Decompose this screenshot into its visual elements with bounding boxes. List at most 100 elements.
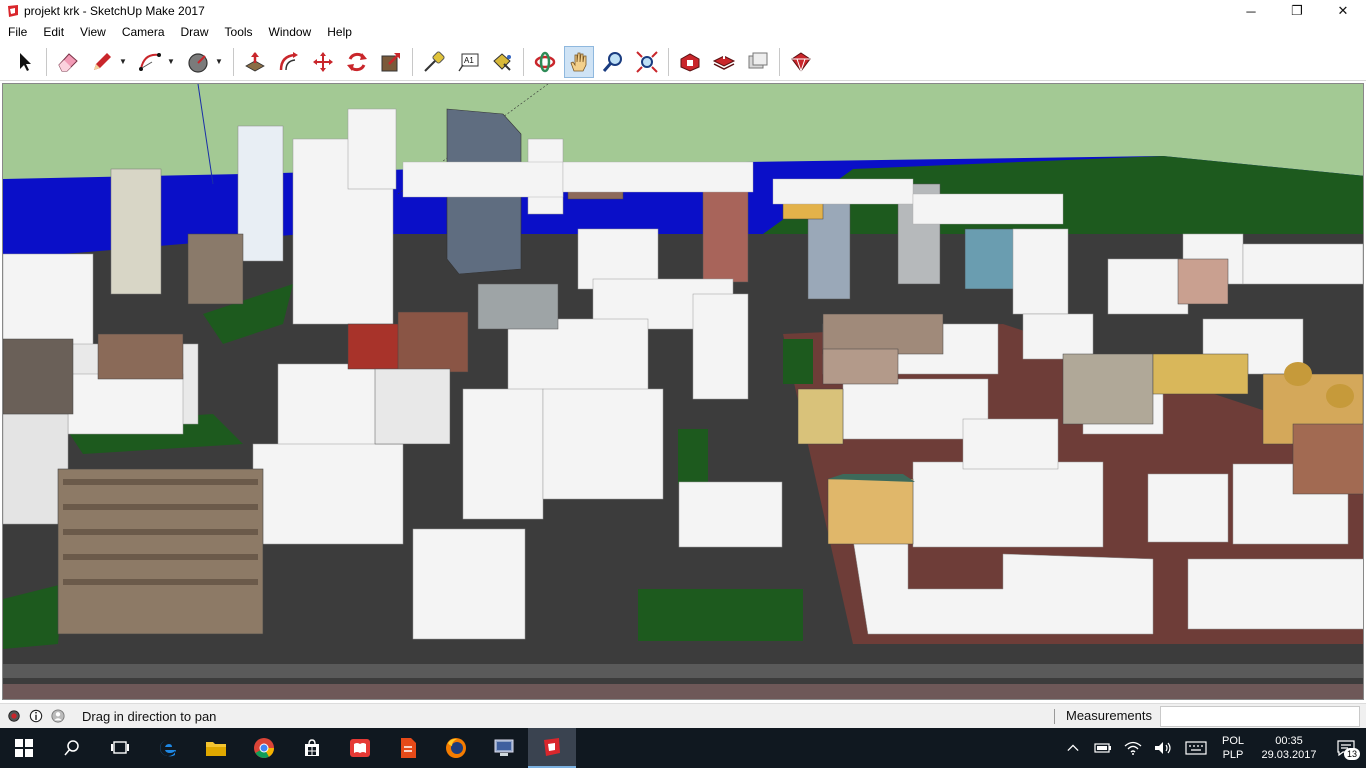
building-block [542,388,664,500]
building-block [1022,313,1094,360]
building-block [252,443,404,545]
chrome-button[interactable] [240,728,288,768]
menu-file[interactable]: File [0,22,35,42]
chevron-down-icon[interactable]: ▼ [213,46,225,78]
offset-tool[interactable] [274,46,304,78]
model-viewport[interactable] [2,83,1364,700]
yellow-building [1152,353,1249,395]
share-component-tool[interactable] [743,46,773,78]
volume-icon[interactable] [1148,728,1178,768]
network-app-button[interactable] [480,728,528,768]
move-tool[interactable] [308,46,338,78]
warehouse-icon [680,52,700,72]
reader-button[interactable] [336,728,384,768]
distant-building [772,178,914,205]
windows-taskbar: POL PLP 00:35 29.03.2017 13 [0,728,1366,768]
edge-button[interactable] [144,728,192,768]
3d-warehouse-tool[interactable] [675,46,705,78]
firefox-button[interactable] [432,728,480,768]
menu-help[interactable]: Help [319,22,360,42]
sidewalk [3,664,1363,678]
computer-icon [494,739,514,756]
extension-warehouse-tool[interactable] [786,46,816,78]
toolbar-separator [412,47,413,76]
eraser-tool[interactable] [53,46,83,78]
push-pull-tool[interactable] [240,46,270,78]
language-indicator[interactable]: POL PLP [1214,734,1252,762]
zoom-extents-icon [636,50,658,73]
share-model-tool[interactable] [709,46,739,78]
user-account-icon[interactable] [50,708,66,724]
chevron-down-icon[interactable]: ▼ [117,46,129,78]
wifi-icon[interactable] [1118,728,1148,768]
search-button[interactable] [48,728,96,768]
language-code: POL [1221,735,1244,747]
toolbar-separator [779,47,780,76]
scale-tool[interactable] [376,46,406,78]
geo-location-icon[interactable] [6,708,22,724]
toolbar-separator [523,47,524,76]
battery-icon[interactable] [1088,728,1118,768]
text-tool[interactable]: A1 [453,46,483,78]
city-model-scene [3,84,1363,699]
grass-patch [783,339,813,384]
file-explorer-button[interactable] [192,728,240,768]
keyboard-icon[interactable] [1178,728,1214,768]
sketchup-window: projekt krk - SketchUp Make 2017 ─ ❐ ✕ F… [0,0,1366,768]
sketchup-icon [544,738,560,756]
start-button[interactable] [0,728,48,768]
pan-tool[interactable] [564,45,594,78]
magnifier-icon [602,51,622,72]
action-center-button[interactable]: 13 [1326,728,1366,768]
task-view-button[interactable] [96,728,144,768]
zoom-tool[interactable] [598,46,628,78]
textured-building [97,333,184,380]
menu-edit[interactable]: Edit [35,22,72,42]
minimize-button[interactable]: ─ [1228,0,1274,22]
sketchup-button[interactable] [528,728,576,768]
textured-building [3,338,74,415]
textured-building [57,468,264,635]
arc-tool[interactable] [135,46,165,78]
system-tray: POL PLP 00:35 29.03.2017 13 [1058,728,1366,768]
dome [1326,384,1354,408]
folder-icon [206,742,226,756]
select-tool[interactable] [10,46,40,78]
tape-measure-tool[interactable] [419,46,449,78]
brick-building [347,323,404,370]
store-button[interactable] [288,728,336,768]
menu-camera[interactable]: Camera [114,22,173,42]
line-tool[interactable] [87,46,117,78]
close-button[interactable]: ✕ [1320,0,1366,22]
store-icon [305,739,319,756]
menu-tools[interactable]: Tools [217,22,261,42]
orbit-tool[interactable] [530,46,560,78]
paint-bucket-icon [493,52,511,71]
extension-icon [791,51,811,73]
getting-started-toolbar: ▼ ▼ ▼ A1 [0,43,1366,81]
menu-window[interactable]: Window [261,22,320,42]
shapes-tool[interactable] [183,46,213,78]
document-icon [401,738,416,758]
measurements-input[interactable] [1160,706,1360,727]
credits-icon[interactable] [28,708,44,724]
building-block [3,253,94,350]
building-block [692,293,749,400]
share-component-icon [748,52,768,68]
paint-bucket-tool[interactable] [487,46,517,78]
menu-draw[interactable]: Draw [173,22,217,42]
menu-view[interactable]: View [72,22,114,42]
wps-button[interactable] [384,728,432,768]
white-apartment [374,368,451,445]
distant-building [912,193,1064,225]
menu-bar: File Edit View Camera Draw Tools Window … [0,22,1366,42]
show-hidden-icons-button[interactable] [1058,728,1088,768]
measurements-label: Measurements [1066,708,1152,723]
chevron-down-icon[interactable]: ▼ [165,46,177,78]
grass-patch [678,429,708,484]
zoom-extents-tool[interactable] [632,46,662,78]
maximize-button[interactable]: ❐ [1274,0,1320,22]
bottom-edge-strip [3,684,1363,699]
system-clock[interactable]: 00:35 29.03.2017 [1252,734,1326,762]
rotate-tool[interactable] [342,46,372,78]
